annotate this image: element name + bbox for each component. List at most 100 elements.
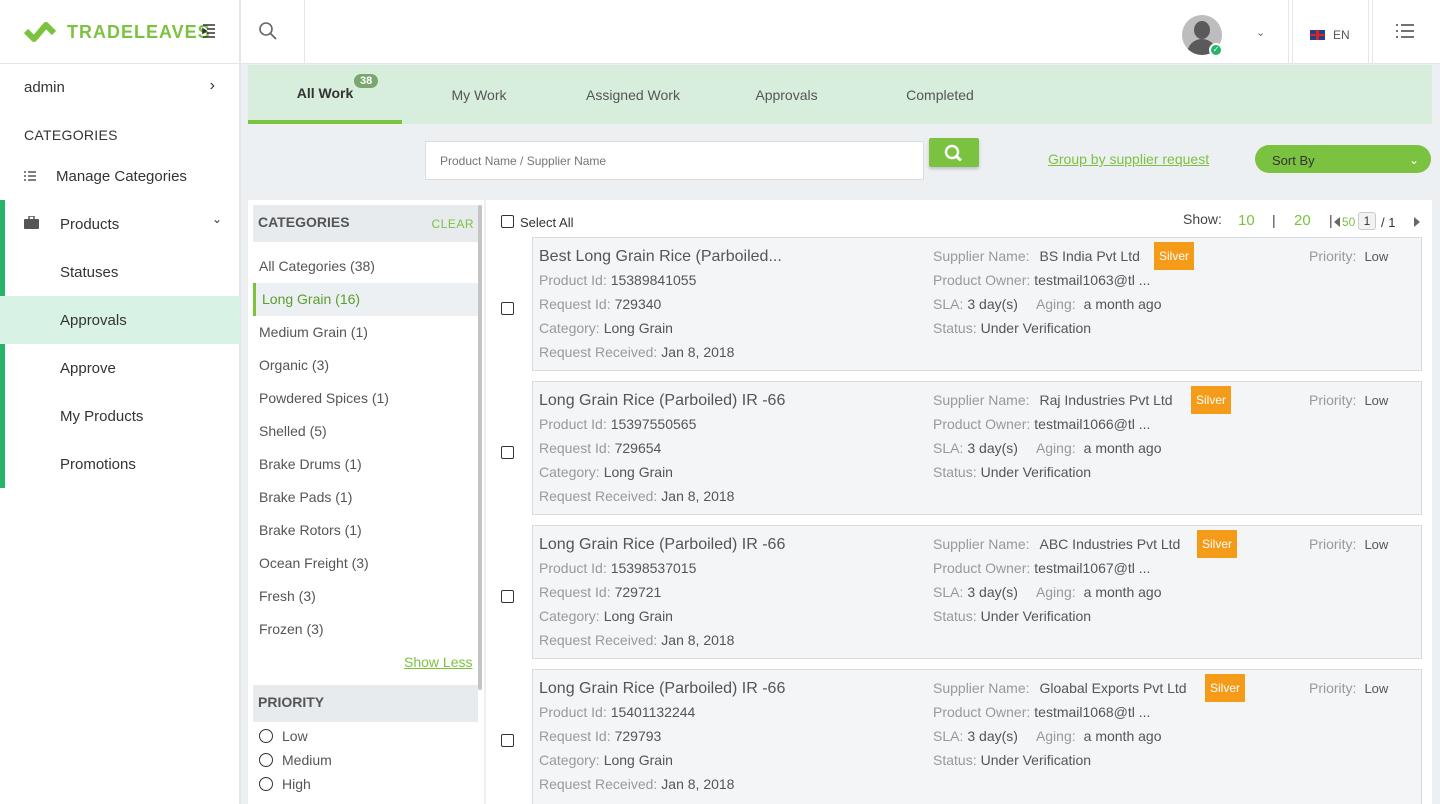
- category-filter-item[interactable]: Brake Pads (1): [253, 481, 478, 514]
- category-filter-item[interactable]: Frozen (3): [253, 613, 478, 646]
- category-filter-item[interactable]: Fresh (3): [253, 580, 478, 613]
- tab-completed[interactable]: Completed: [880, 65, 1000, 124]
- product-title[interactable]: Long Grain Rice (Parboiled) IR -66: [539, 392, 785, 410]
- menu-list-icon[interactable]: [1396, 24, 1414, 43]
- approval-card[interactable]: Long Grain Rice (Parboiled) IR -66 Produ…: [532, 669, 1422, 804]
- field-label: Supplier Name:: [933, 680, 1030, 696]
- page-size-20[interactable]: 20: [1294, 212, 1311, 229]
- sidebar-item-label: Products: [60, 215, 120, 233]
- sla-value: 3 day(s): [967, 296, 1018, 312]
- product-owner: testmail1063@tl ...: [1034, 272, 1151, 288]
- field-label: Category:: [539, 464, 600, 480]
- field-label: Request Id:: [539, 728, 611, 744]
- chevron-down-icon[interactable]: ⌄: [1256, 26, 1265, 39]
- categories-filter-header: CATEGORIES CLEAR: [253, 205, 478, 242]
- page-size-50[interactable]: 50: [1342, 215, 1355, 229]
- received-date: Jan 8, 2018: [661, 632, 735, 648]
- divider: [1372, 0, 1373, 64]
- priority-radio-high[interactable]: High: [259, 776, 311, 792]
- approval-card[interactable]: Long Grain Rice (Parboiled) IR -66 Produ…: [532, 525, 1422, 659]
- page-size-10[interactable]: 10: [1238, 212, 1255, 229]
- product-id: 15401132244: [610, 704, 696, 720]
- separator: |: [1272, 212, 1276, 228]
- product-owner: testmail1068@tl ...: [1034, 704, 1151, 720]
- sidebar-item-approve[interactable]: Approve: [0, 344, 240, 392]
- tab-label: Approvals: [755, 86, 818, 103]
- sidebar-item-manage-categories[interactable]: Manage Categories: [0, 152, 240, 200]
- user-menu[interactable]: admin ›: [24, 77, 219, 96]
- online-status-icon: ✓: [1209, 43, 1223, 57]
- collapse-menu-icon[interactable]: [202, 22, 216, 43]
- row-checkbox[interactable]: [501, 302, 514, 315]
- sidebar-item-products[interactable]: Products ⌄: [0, 200, 240, 248]
- sidebar-item-label: Manage Categories: [56, 167, 187, 185]
- priority-radio-low[interactable]: Low: [259, 728, 308, 744]
- select-all-checkbox[interactable]: [501, 215, 514, 228]
- uk-flag-icon[interactable]: [1310, 30, 1325, 40]
- category-filter-item[interactable]: Medium Grain (1): [253, 316, 478, 349]
- row-checkbox[interactable]: [501, 734, 514, 747]
- field-label: SLA:: [933, 728, 964, 744]
- field-label: Product Id:: [539, 416, 607, 432]
- field-label: Aging:: [1035, 584, 1076, 600]
- sidebar-item-approvals[interactable]: Approvals: [0, 296, 240, 344]
- logo-bar: TRADELEAVES: [0, 0, 239, 64]
- divider: [1288, 0, 1289, 64]
- aging-value: a month ago: [1083, 296, 1162, 312]
- approval-card[interactable]: Long Grain Rice (Parboiled) IR -66 Produ…: [532, 381, 1422, 515]
- sidebar: TRADELEAVES admin › CATEGORIES Manage Ca…: [0, 0, 241, 804]
- tab-assigned-work[interactable]: Assigned Work: [568, 65, 698, 124]
- approval-card[interactable]: Best Long Grain Rice (Parboiled... Produ…: [532, 237, 1422, 371]
- clear-filter-button[interactable]: CLEAR: [431, 217, 474, 231]
- category-filter-item[interactable]: Powdered Spices (1): [253, 382, 478, 415]
- category-filter-item[interactable]: Shelled (5): [253, 415, 478, 448]
- sidebar-item-my-products[interactable]: My Products: [0, 392, 240, 440]
- tab-my-work[interactable]: My Work: [418, 65, 540, 124]
- category-filter-item[interactable]: All Categories (38): [253, 250, 478, 283]
- sla-value: 3 day(s): [967, 728, 1018, 744]
- request-id: 729654: [614, 440, 662, 456]
- sidebar-section-heading: CATEGORIES: [24, 127, 118, 143]
- tab-all-work[interactable]: All Work 38: [248, 65, 402, 124]
- field-label: Category:: [539, 608, 600, 624]
- supplier-name: Gloabal Exports Pvt Ltd: [1039, 680, 1187, 696]
- category-filter-item-selected[interactable]: Long Grain (16): [253, 283, 478, 316]
- tab-label: My Work: [451, 86, 507, 103]
- field-label: Product Owner:: [933, 272, 1031, 288]
- aging-value: a month ago: [1083, 728, 1162, 744]
- current-page-input[interactable]: 1: [1358, 212, 1376, 230]
- sidebar-item-promotions[interactable]: Promotions: [0, 440, 240, 488]
- field-label: Priority:: [1309, 248, 1357, 264]
- product-title[interactable]: Long Grain Rice (Parboiled) IR -66: [539, 680, 785, 698]
- tab-approvals[interactable]: Approvals: [728, 65, 845, 124]
- row-checkbox[interactable]: [501, 446, 514, 459]
- product-title[interactable]: Long Grain Rice (Parboiled) IR -66: [539, 536, 785, 554]
- field-label: Request Received:: [539, 344, 658, 360]
- product-title[interactable]: Best Long Grain Rice (Parboiled...: [539, 248, 782, 266]
- group-by-supplier-link[interactable]: Group by supplier request: [1048, 151, 1209, 167]
- field-label: Aging:: [1035, 440, 1076, 456]
- show-less-link[interactable]: Show Less: [404, 654, 472, 670]
- filter-scrollbar[interactable]: [478, 205, 482, 690]
- field-label: Product Owner:: [933, 416, 1031, 432]
- category-filter-item[interactable]: Brake Rotors (1): [253, 514, 478, 547]
- category-filter-item[interactable]: Brake Drums (1): [253, 448, 478, 481]
- row-checkbox[interactable]: [501, 590, 514, 603]
- field-label: Product Owner:: [933, 704, 1031, 720]
- priority-radio-medium[interactable]: Medium: [259, 752, 332, 768]
- previous-page-icon[interactable]: [1334, 217, 1340, 227]
- sort-by-dropdown[interactable]: Sort By ⌄: [1255, 145, 1431, 173]
- language-selector[interactable]: EN: [1333, 28, 1350, 42]
- sidebar-item-statuses[interactable]: Statuses: [0, 248, 240, 296]
- category-filter-item[interactable]: Ocean Freight (3): [253, 547, 478, 580]
- category-filter-item[interactable]: Organic (3): [253, 349, 478, 382]
- product-search-input[interactable]: [425, 141, 924, 180]
- next-page-icon[interactable]: [1414, 217, 1420, 227]
- radio-label: High: [282, 776, 311, 792]
- field-label: Request Id:: [539, 296, 611, 312]
- tab-label: Completed: [906, 86, 974, 103]
- request-id: 729721: [614, 584, 662, 600]
- search-icon[interactable]: [258, 21, 278, 46]
- search-button[interactable]: [929, 138, 979, 167]
- field-label: Supplier Name:: [933, 392, 1030, 408]
